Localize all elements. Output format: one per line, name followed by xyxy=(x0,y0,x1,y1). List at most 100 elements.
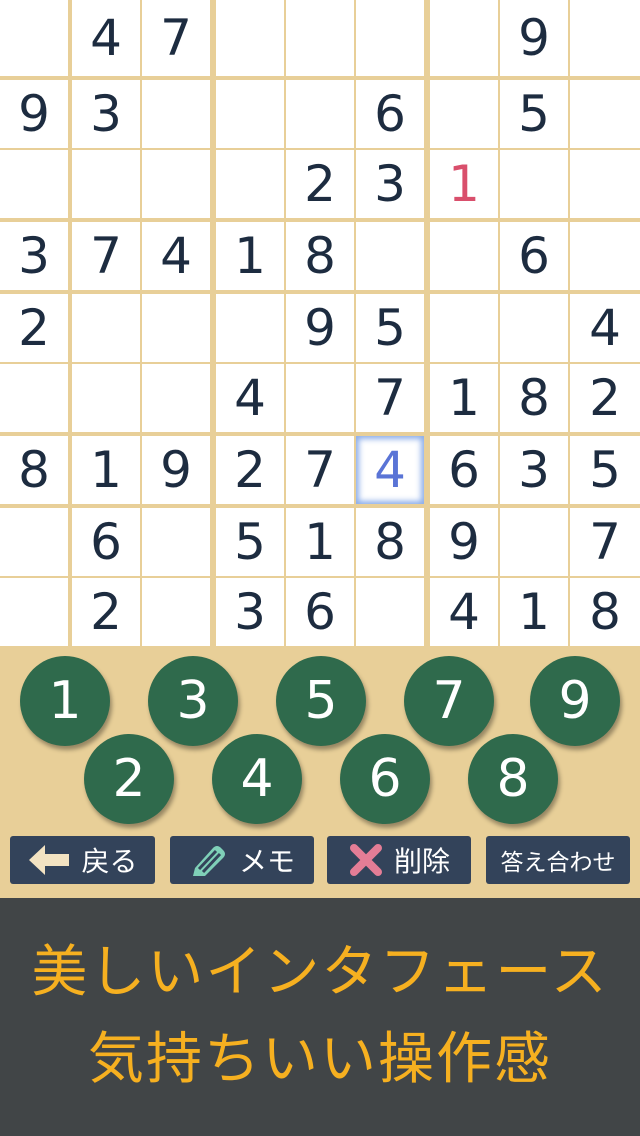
sudoku-cell-r7c7[interactable]: 6 xyxy=(430,436,498,504)
sudoku-cell-r5c3[interactable] xyxy=(142,294,210,362)
memo-button[interactable]: メモ xyxy=(170,836,314,884)
sudoku-cell-r4c3[interactable]: 4 xyxy=(142,222,210,290)
check-answer-button[interactable]: 答え合わせ xyxy=(486,836,630,884)
number-button-1[interactable]: 1 xyxy=(20,656,110,746)
sudoku-cell-r7c6[interactable]: 4 xyxy=(356,436,424,504)
back-button[interactable]: 戻る xyxy=(10,836,155,884)
number-button-9[interactable]: 9 xyxy=(530,656,620,746)
sudoku-cell-r1c1[interactable] xyxy=(0,0,68,76)
sudoku-cell-r4c1[interactable]: 3 xyxy=(0,222,68,290)
sudoku-cell-r5c7[interactable] xyxy=(430,294,498,362)
sudoku-cell-r1c5[interactable] xyxy=(286,0,354,76)
sudoku-board: 4799365231374186295447182819274635651897… xyxy=(0,0,640,646)
sudoku-cell-r8c9[interactable]: 7 xyxy=(570,508,640,576)
sudoku-cell-r5c9[interactable]: 4 xyxy=(570,294,640,362)
sudoku-cell-r8c6[interactable]: 8 xyxy=(356,508,424,576)
back-label: 戻る xyxy=(81,845,138,878)
sudoku-cell-r9c1[interactable] xyxy=(0,578,68,646)
sudoku-cell-r5c4[interactable] xyxy=(216,294,284,362)
sudoku-cell-r8c5[interactable]: 1 xyxy=(286,508,354,576)
sudoku-cell-r3c3[interactable] xyxy=(142,150,210,218)
sudoku-cell-r1c9[interactable] xyxy=(570,0,640,76)
sudoku-cell-r6c5[interactable] xyxy=(286,364,354,432)
sudoku-cell-r8c4[interactable]: 5 xyxy=(216,508,284,576)
sudoku-cell-r1c8[interactable]: 9 xyxy=(500,0,568,76)
sudoku-cell-r5c2[interactable] xyxy=(72,294,140,362)
sudoku-cell-r3c1[interactable] xyxy=(0,150,68,218)
sudoku-cell-r1c3[interactable]: 7 xyxy=(142,0,210,76)
check-answer-label: 答え合わせ xyxy=(500,850,616,876)
sudoku-cell-r9c7[interactable]: 4 xyxy=(430,578,498,646)
sudoku-cell-r5c8[interactable] xyxy=(500,294,568,362)
sudoku-cell-r9c4[interactable]: 3 xyxy=(216,578,284,646)
sudoku-cell-r2c1[interactable]: 9 xyxy=(0,80,68,148)
sudoku-cell-r6c6[interactable]: 7 xyxy=(356,364,424,432)
sudoku-cell-r7c5[interactable]: 7 xyxy=(286,436,354,504)
sudoku-cell-r2c4[interactable] xyxy=(216,80,284,148)
sudoku-cell-r8c1[interactable] xyxy=(0,508,68,576)
sudoku-cell-r5c6[interactable]: 5 xyxy=(356,294,424,362)
sudoku-cell-r2c6[interactable]: 6 xyxy=(356,80,424,148)
sudoku-cell-r7c3[interactable]: 9 xyxy=(142,436,210,504)
sudoku-cell-r4c5[interactable]: 8 xyxy=(286,222,354,290)
sudoku-cell-r7c8[interactable]: 3 xyxy=(500,436,568,504)
sudoku-cell-r7c2[interactable]: 1 xyxy=(72,436,140,504)
sudoku-cell-r3c9[interactable] xyxy=(570,150,640,218)
sudoku-cell-r8c3[interactable] xyxy=(142,508,210,576)
sudoku-cell-r7c1[interactable]: 8 xyxy=(0,436,68,504)
sudoku-cell-r2c7[interactable] xyxy=(430,80,498,148)
sudoku-cell-r5c1[interactable]: 2 xyxy=(0,294,68,362)
sudoku-cell-r7c4[interactable]: 2 xyxy=(216,436,284,504)
sudoku-cell-r7c9[interactable]: 5 xyxy=(570,436,640,504)
sudoku-cell-r2c2[interactable]: 3 xyxy=(72,80,140,148)
sudoku-cell-r4c6[interactable] xyxy=(356,222,424,290)
sudoku-cell-r6c3[interactable] xyxy=(142,364,210,432)
arrow-left-icon xyxy=(27,843,71,877)
sudoku-cell-r4c4[interactable]: 1 xyxy=(216,222,284,290)
sudoku-cell-r8c7[interactable]: 9 xyxy=(430,508,498,576)
sudoku-cell-r3c8[interactable] xyxy=(500,150,568,218)
sudoku-cell-r2c5[interactable] xyxy=(286,80,354,148)
sudoku-cell-r6c9[interactable]: 2 xyxy=(570,364,640,432)
sudoku-cell-r8c8[interactable] xyxy=(500,508,568,576)
sudoku-cell-r6c7[interactable]: 1 xyxy=(430,364,498,432)
sudoku-cell-r1c6[interactable] xyxy=(356,0,424,76)
sudoku-cell-r9c8[interactable]: 1 xyxy=(500,578,568,646)
sudoku-cell-r2c8[interactable]: 5 xyxy=(500,80,568,148)
sudoku-cell-r9c3[interactable] xyxy=(142,578,210,646)
sudoku-cell-r6c8[interactable]: 8 xyxy=(500,364,568,432)
sudoku-cell-r4c7[interactable] xyxy=(430,222,498,290)
sudoku-cell-r9c9[interactable]: 8 xyxy=(570,578,640,646)
sudoku-cell-r1c4[interactable] xyxy=(216,0,284,76)
sudoku-cell-r5c5[interactable]: 9 xyxy=(286,294,354,362)
sudoku-cell-r2c9[interactable] xyxy=(570,80,640,148)
sudoku-cell-r3c5[interactable]: 2 xyxy=(286,150,354,218)
number-button-3[interactable]: 3 xyxy=(148,656,238,746)
number-button-7[interactable]: 7 xyxy=(404,656,494,746)
number-button-5[interactable]: 5 xyxy=(276,656,366,746)
sudoku-cell-r6c1[interactable] xyxy=(0,364,68,432)
sudoku-cell-r9c6[interactable] xyxy=(356,578,424,646)
number-button-6[interactable]: 6 xyxy=(340,734,430,824)
banner-line-2: 気持ちいい操作感 xyxy=(88,1027,552,1092)
sudoku-cell-r1c2[interactable]: 4 xyxy=(72,0,140,76)
number-button-2[interactable]: 2 xyxy=(84,734,174,824)
sudoku-cell-r2c3[interactable] xyxy=(142,80,210,148)
sudoku-cell-r6c4[interactable]: 4 xyxy=(216,364,284,432)
sudoku-cell-r3c2[interactable] xyxy=(72,150,140,218)
number-button-4[interactable]: 4 xyxy=(212,734,302,824)
number-button-8[interactable]: 8 xyxy=(468,734,558,824)
sudoku-cell-r4c8[interactable]: 6 xyxy=(500,222,568,290)
sudoku-cell-r3c6[interactable]: 3 xyxy=(356,150,424,218)
sudoku-cell-r4c9[interactable] xyxy=(570,222,640,290)
sudoku-cell-r3c7[interactable]: 1 xyxy=(430,150,498,218)
sudoku-cell-r9c5[interactable]: 6 xyxy=(286,578,354,646)
sudoku-cell-r3c4[interactable] xyxy=(216,150,284,218)
sudoku-cell-r1c7[interactable] xyxy=(430,0,498,76)
sudoku-cell-r9c2[interactable]: 2 xyxy=(72,578,140,646)
delete-button[interactable]: 削除 xyxy=(327,836,471,884)
cross-icon xyxy=(348,842,384,878)
sudoku-cell-r6c2[interactable] xyxy=(72,364,140,432)
sudoku-cell-r8c2[interactable]: 6 xyxy=(72,508,140,576)
sudoku-cell-r4c2[interactable]: 7 xyxy=(72,222,140,290)
